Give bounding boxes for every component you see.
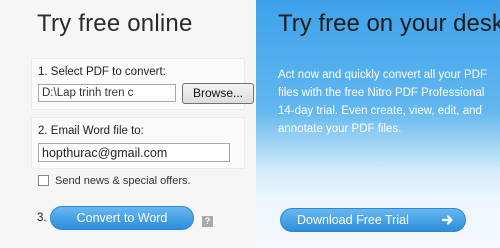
pdf-file-input[interactable]: D:\Lap trinh tren c xyxy=(38,84,176,102)
email-label: 2. Email Word file to: xyxy=(38,125,144,137)
browse-button[interactable]: Browse... xyxy=(182,83,254,104)
news-checkbox-label[interactable]: Send news & special offers. xyxy=(55,175,191,187)
online-panel-title: Try free online xyxy=(37,10,193,37)
desktop-panel-title: Try free on your desk xyxy=(278,10,500,37)
email-step: 2. Email Word file to: hopthurac@gmail.c… xyxy=(31,117,245,169)
select-pdf-label: 1. Select PDF to convert: xyxy=(38,66,166,78)
convert-to-word-button[interactable]: Convert to Word xyxy=(50,206,194,230)
trial-description: Act now and quickly convert all your PDF… xyxy=(278,69,488,135)
select-pdf-step: 1. Select PDF to convert: D:\Lap trinh t… xyxy=(31,58,254,110)
desktop-panel: Try free on your desk Act now and quickl… xyxy=(256,0,500,248)
online-panel: Try free online 1. Select PDF to convert… xyxy=(0,0,256,248)
download-button-label: Download Free Trial xyxy=(297,213,409,227)
help-icon[interactable]: ? xyxy=(202,216,213,227)
email-field[interactable]: hopthurac@gmail.com xyxy=(38,143,230,162)
arrow-right-icon xyxy=(441,215,453,225)
convert-step-number: 3. xyxy=(37,212,47,224)
news-checkbox[interactable] xyxy=(38,175,49,186)
download-free-trial-button[interactable]: Download Free Trial xyxy=(280,208,466,232)
